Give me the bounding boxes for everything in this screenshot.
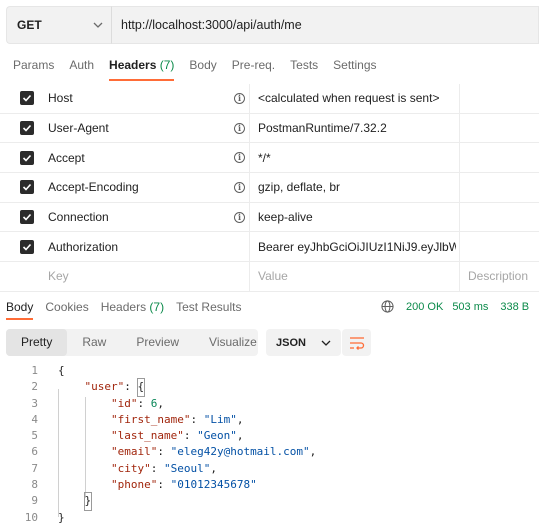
view-pretty[interactable]: Pretty (6, 329, 68, 356)
header-key[interactable]: Accept-Encoding (48, 180, 139, 194)
wrap-lines-icon (349, 336, 364, 350)
header-value[interactable]: */* (258, 151, 456, 165)
response-time[interactable]: 503 ms (452, 301, 488, 313)
column-divider (459, 84, 460, 292)
url-text: http://localhost:3000/api/auth/me (121, 18, 302, 32)
checkbox-checked-icon[interactable] (20, 239, 34, 254)
code-line: 3 "id": 6, (31, 396, 164, 410)
response-headers-count: (7) (149, 300, 165, 314)
code-line: 10} (24, 510, 65, 524)
view-toolbar: Pretty Raw Preview Visualize JSON (6, 329, 371, 356)
tab-response-body[interactable]: Body (0, 296, 39, 320)
view-visualize[interactable]: Visualize (194, 329, 272, 356)
format-label: JSON (276, 336, 306, 349)
tab-pre-request[interactable]: Pre-req. (226, 52, 281, 78)
chevron-down-icon (321, 340, 331, 346)
globe-icon[interactable] (381, 300, 394, 313)
checkbox-checked-icon[interactable] (20, 180, 34, 195)
info-icon[interactable]: i (234, 152, 245, 164)
tab-headers[interactable]: Headers (7) (103, 52, 180, 81)
info-icon[interactable]: i (234, 92, 245, 104)
view-preview[interactable]: Preview (121, 329, 194, 356)
description-placeholder[interactable]: Description (468, 269, 528, 283)
chevron-down-icon (93, 22, 103, 28)
method-label: GET (17, 18, 42, 32)
tab-body[interactable]: Body (183, 52, 222, 78)
status-code[interactable]: 200 OK (406, 301, 443, 313)
tab-test-results[interactable]: Test Results (170, 296, 247, 318)
checkbox-checked-icon[interactable] (20, 121, 34, 136)
value-placeholder[interactable]: Value (258, 269, 456, 283)
code-line: 5 "last_name": "Geon", (31, 429, 244, 443)
tab-cookies[interactable]: Cookies (39, 296, 94, 318)
checkbox-checked-icon[interactable] (20, 91, 34, 106)
header-value[interactable]: PostmanRuntime/7.32.2 (258, 121, 456, 135)
method-select[interactable]: GET (6, 6, 111, 44)
info-icon[interactable]: i (234, 122, 245, 134)
response-body[interactable]: 1{ 2 "user": { 3 "id": 6, 4 "first_name"… (0, 363, 539, 526)
wrap-lines-button[interactable] (342, 329, 371, 356)
tab-settings[interactable]: Settings (327, 52, 382, 78)
header-value[interactable]: keep-alive (258, 210, 456, 224)
header-value[interactable]: Bearer eyJhbGciOiJIUzI1NiJ9.eyJlbW… (258, 240, 456, 254)
checkbox-checked-icon[interactable] (20, 150, 34, 165)
header-key[interactable]: Authorization (48, 240, 118, 254)
url-input[interactable]: http://localhost:3000/api/auth/me (111, 6, 539, 44)
column-divider (249, 84, 250, 292)
code-line: 2 "user": { (0, 378, 539, 397)
code-line: 8 "phone": "01012345678" (31, 478, 257, 492)
header-value[interactable]: gzip, deflate, br (258, 180, 456, 194)
tab-tests[interactable]: Tests (284, 52, 324, 78)
headers-count: (7) (159, 58, 175, 72)
format-select[interactable]: JSON (266, 329, 341, 356)
tab-auth[interactable]: Auth (63, 52, 100, 78)
tab-params[interactable]: Params (0, 52, 60, 78)
view-mode-selector: Pretty Raw Preview Visualize (6, 329, 258, 356)
tab-response-headers[interactable]: Headers (7) (95, 296, 170, 318)
code-line: 7 "city": "Seoul", (31, 461, 217, 475)
header-key[interactable]: Host (48, 91, 73, 105)
header-key[interactable]: Connection (48, 210, 109, 224)
request-bar: GET http://localhost:3000/api/auth/me (6, 6, 539, 44)
request-tabs: Params Auth Headers (7) Body Pre-req. Te… (0, 52, 386, 82)
info-icon[interactable]: i (234, 181, 245, 193)
response-status: 200 OK 503 ms 338 B (381, 300, 529, 313)
code-line: 4 "first_name": "Lim", (31, 412, 244, 426)
view-raw[interactable]: Raw (67, 329, 121, 356)
code-line: 6 "email": "eleg42y@hotmail.com", (31, 445, 317, 459)
header-key[interactable]: Accept (48, 151, 85, 165)
info-icon[interactable]: i (234, 211, 245, 223)
header-value[interactable]: <calculated when request is sent> (258, 91, 456, 105)
header-key[interactable]: User-Agent (48, 121, 109, 135)
code-line: 1{ (31, 364, 65, 377)
checkbox-checked-icon[interactable] (20, 210, 34, 225)
key-placeholder[interactable]: Key (48, 269, 69, 283)
code-line: 9 } (0, 492, 539, 511)
response-size[interactable]: 338 B (500, 301, 529, 313)
response-tabs: Body Cookies Headers (7) Test Results (0, 296, 247, 320)
